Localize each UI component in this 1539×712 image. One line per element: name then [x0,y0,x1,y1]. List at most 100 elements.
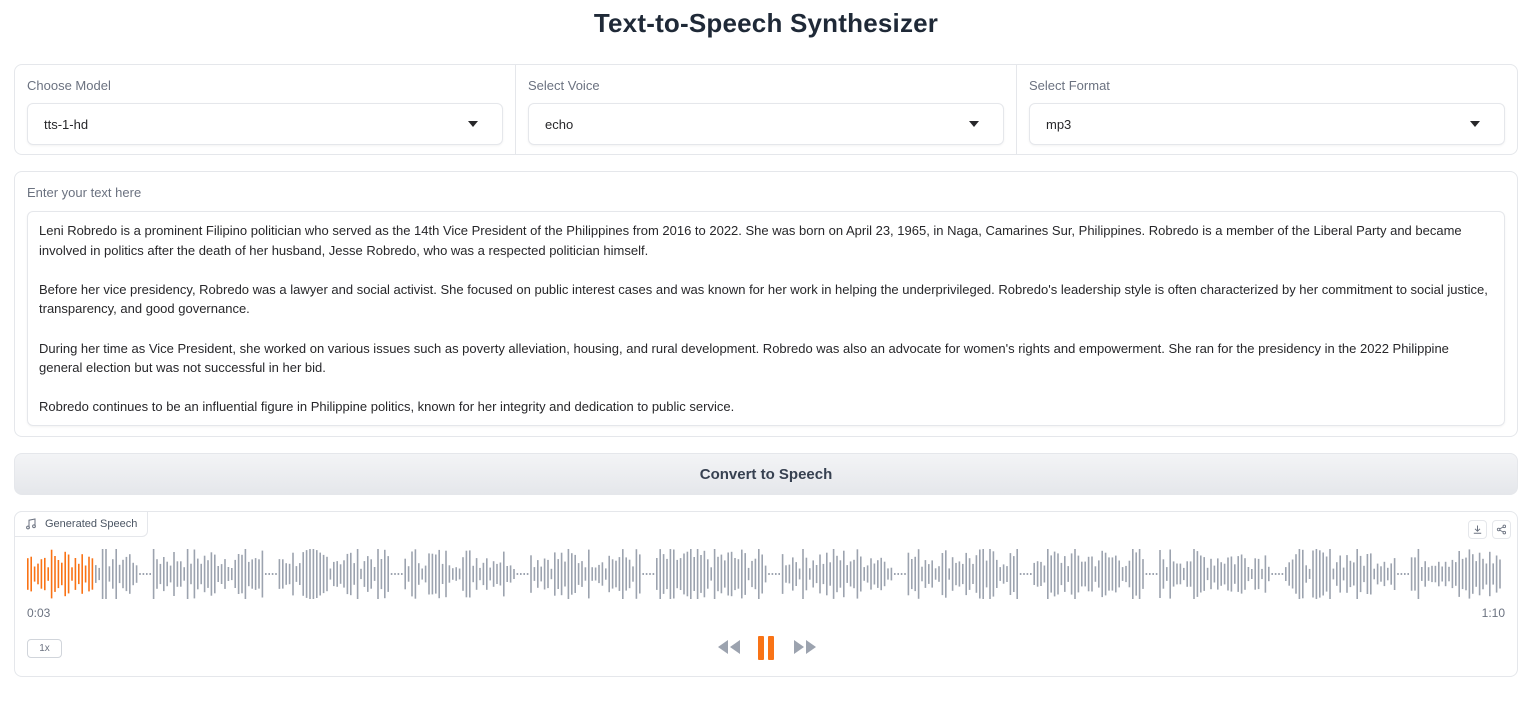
waveform-bar [1206,567,1209,581]
waveform-bar [693,557,695,591]
waveform-bar [390,573,393,575]
waveform-bar [1353,562,1355,586]
waveform-bar [285,563,287,585]
waveform-bar [601,562,604,586]
waveform-bar [1390,563,1392,585]
waveform-bar [880,557,882,591]
waveform-bar [329,568,332,580]
waveform-bar [832,549,835,599]
waveform-bar [533,567,536,581]
waveform-bar [152,549,155,599]
waveform-bar [1060,562,1063,586]
waveform-bar [768,573,770,575]
waveform-bar [1186,561,1188,587]
waveform-bar [156,559,158,589]
voice-dropdown[interactable]: echo [528,103,1004,145]
waveform-bar [1472,554,1474,594]
waveform-bar [1094,566,1097,582]
fast-forward-button[interactable] [792,636,818,658]
waveform-bar [754,558,757,590]
waveform-bar [608,555,610,593]
text-input[interactable]: Leni Robredo is a prominent Filipino pol… [27,211,1505,426]
waveform-bar [1183,567,1185,581]
waveform-bar [1159,550,1161,598]
waveform-bar [384,549,386,599]
convert-to-speech-button[interactable]: Convert to Speech [14,453,1518,495]
waveform-bar [503,551,505,597]
waveform-bar [1421,567,1423,581]
format-dropdown[interactable]: mp3 [1029,103,1505,145]
waveform-bar [632,566,634,582]
waveform-bar [71,567,73,581]
share-button[interactable] [1492,520,1511,539]
text-input-label: Enter your text here [27,185,142,200]
waveform-bar [217,566,219,582]
waveform-bar [67,554,70,594]
waveform-bar [1040,561,1042,586]
waveform-bar [662,554,665,594]
waveform-bar [1264,555,1267,593]
waveform-bar [486,558,488,590]
waveform-bar [870,558,872,590]
waveform-bar [142,573,145,575]
waveform-bar [1138,549,1141,599]
waveform-bar [775,573,777,575]
waveform-bar [135,565,138,583]
waveform-bar [730,551,733,597]
waveform-bar [377,549,379,599]
waveform-bar [115,549,117,599]
waveform-bar [1064,556,1066,592]
waveform-bar [853,559,855,589]
waveform-bar [781,554,784,594]
waveform-bar [258,559,260,589]
waveform-bar [530,555,532,593]
waveform-bar [203,555,206,593]
download-icon [1473,525,1482,534]
waveform-bar [1023,573,1025,575]
waveform-bar [951,557,954,591]
text-paragraph: During her time as Vice President, she w… [39,340,1449,376]
waveform-bar [860,556,862,592]
waveform-bar [1315,549,1318,599]
waveform-bar [251,559,253,589]
download-button[interactable] [1468,520,1487,539]
model-label: Choose Model [27,78,111,93]
waveform-bar [1193,549,1195,599]
waveform-bar [999,567,1001,581]
waveform-bar [441,563,444,584]
waveform-bar [149,573,151,575]
waveform-bar [1172,561,1175,587]
playback-speed-button[interactable]: 1x [27,639,62,658]
waveform-bar [727,552,729,596]
waveform-bar [547,559,549,589]
waveform-bar [843,550,845,598]
waveform-bar [669,549,672,599]
waveform-bar [1427,567,1430,581]
waveform-bar [455,567,457,581]
waveform-bar [1349,560,1352,588]
waveform-bar [1441,566,1443,582]
waveform-bar [513,569,515,579]
waveform-bar [180,561,182,587]
waveform-bar [299,563,301,585]
waveform-bar [883,561,886,587]
waveform-bar [1237,556,1239,592]
waveform[interactable] [27,546,1505,602]
waveform-bar [1234,564,1236,584]
pause-button[interactable] [756,636,778,662]
waveform-bar [431,553,434,595]
waveform-bar [1308,568,1311,579]
waveform-bar [112,559,114,589]
waveform-bar [788,564,791,584]
waveform-bar [234,559,236,588]
waveform-bar [91,558,94,590]
model-dropdown[interactable]: tts-1-hd [27,103,503,145]
waveform-bar [1244,558,1246,590]
waveform-bar [1189,561,1192,587]
waveform-bar [686,551,689,597]
chevron-down-icon [969,121,979,127]
rewind-button[interactable] [716,636,742,658]
waveform-bar [496,563,498,584]
waveform-bar [1121,567,1124,581]
waveform-bar [628,559,631,589]
